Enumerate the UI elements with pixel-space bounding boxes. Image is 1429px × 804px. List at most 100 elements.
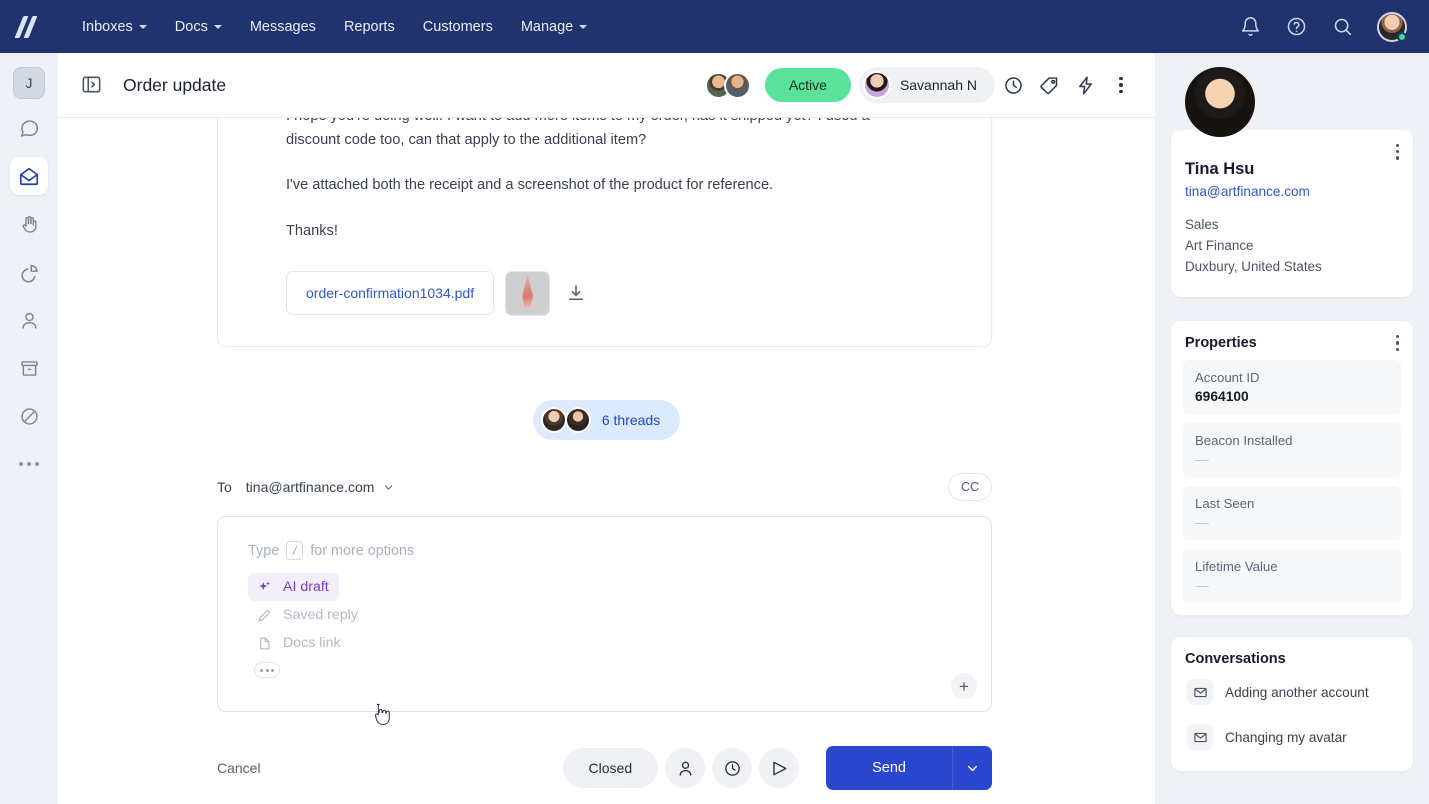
contact-email[interactable]: tina@artfinance.com (1185, 184, 1399, 199)
properties-title: Properties (1185, 335, 1257, 352)
slash-command-options: AI draft Saved reply Docs link (248, 573, 961, 678)
rail-workspace-avatar[interactable]: J (13, 67, 45, 99)
conversation-list-item[interactable]: Adding another account (1183, 672, 1401, 712)
panel-toggle-icon[interactable] (80, 73, 104, 97)
download-icon[interactable] (566, 283, 586, 303)
conversations-title: Conversations (1185, 651, 1286, 668)
cc-button[interactable]: CC (947, 473, 992, 501)
chevron-down-icon (385, 484, 393, 490)
to-recipient-selector[interactable]: tina@artfinance.com (246, 479, 395, 495)
header-actions: Active Savannah N (704, 67, 1139, 103)
pen-icon (256, 607, 272, 623)
attachment-image-thumbnail[interactable] (505, 270, 551, 316)
property-key: Beacon Installed (1195, 433, 1293, 449)
conversation-label: Adding another account (1225, 684, 1369, 700)
nav-label: Reports (343, 18, 395, 35)
assignee-chip[interactable]: Savannah N (858, 67, 995, 103)
rail-more-icon[interactable] (18, 445, 40, 483)
chevron-down-icon (138, 24, 147, 29)
user-avatar[interactable] (1377, 11, 1407, 42)
nav-item-manage[interactable]: Manage (507, 11, 601, 43)
nav-label: Manage (520, 18, 574, 35)
plus-icon[interactable]: + (951, 673, 977, 699)
rail-item-inbox[interactable] (10, 157, 48, 195)
option-saved-reply[interactable]: Saved reply (248, 601, 368, 629)
contact-kebab-icon[interactable] (1395, 144, 1399, 160)
option-label: AI draft (283, 579, 329, 595)
contact-details: Sales Art Finance Duxbury, United States (1185, 215, 1399, 277)
property-row[interactable]: Account ID 6964100 (1183, 360, 1401, 415)
rail-item-spam[interactable] (10, 397, 48, 435)
property-row[interactable]: Beacon Installed — (1183, 423, 1401, 478)
rail-item-reports[interactable] (10, 253, 48, 291)
property-key: Account ID (1195, 370, 1260, 386)
send-options-chevron-down-icon[interactable] (952, 746, 992, 790)
conversation-body: I hope you're doing well. I want to add … (58, 118, 1155, 804)
message-paragraph: I hope you're doing well. I want to add … (286, 118, 870, 148)
help-circle-icon[interactable] (1285, 16, 1307, 38)
lightning-icon[interactable] (1067, 67, 1103, 103)
page-title: Order update (123, 74, 227, 95)
footer-actions: Closed Send (562, 746, 992, 790)
app-logo[interactable] (0, 15, 60, 38)
status-select-closed[interactable]: Closed (562, 748, 659, 788)
assignee-name: Savannah N (899, 77, 977, 93)
online-status-dot (1397, 31, 1407, 42)
option-ai-draft[interactable]: AI draft (248, 573, 339, 601)
rail-item-chat[interactable] (10, 109, 48, 147)
option-docs-link[interactable]: Docs link (248, 629, 351, 657)
nav-item-messages[interactable]: Messages (236, 11, 330, 43)
property-key: Last Seen (1195, 496, 1255, 512)
snooze-clock-icon[interactable] (712, 748, 753, 788)
search-icon[interactable] (1331, 16, 1353, 38)
assignee-icon[interactable] (665, 748, 706, 788)
property-row[interactable]: Last Seen — (1183, 486, 1401, 541)
attachment-pdf[interactable]: order-confirmation1034.pdf (286, 271, 495, 316)
threads-pill[interactable]: 6 threads (532, 400, 681, 440)
rail-item-person[interactable] (10, 301, 48, 339)
rail-item-unassigned[interactable] (10, 205, 48, 243)
document-icon (256, 635, 272, 651)
message-card: I hope you're doing well. I want to add … (217, 118, 992, 347)
reply-editor[interactable]: Type / for more options AI draft Saved r… (217, 516, 992, 712)
message-paragraph: Thanks! (286, 222, 338, 239)
send-button[interactable]: Send (826, 746, 952, 790)
send-later-icon[interactable] (759, 748, 800, 788)
clock-icon[interactable] (995, 67, 1031, 103)
placeholder-suffix: for more options (310, 542, 415, 559)
nav-item-reports[interactable]: Reports (330, 11, 409, 43)
contact-avatar[interactable] (1185, 67, 1255, 137)
nav-item-docs[interactable]: Docs (161, 11, 236, 43)
sparkle-icon (256, 579, 272, 595)
participant-avatars[interactable] (704, 71, 751, 99)
attachments-row: order-confirmation1034.pdf (286, 270, 923, 316)
nav-actions (1239, 11, 1429, 42)
tag-icon[interactable] (1031, 67, 1067, 103)
customer-sidebar: Tina Hsu tina@artfinance.com Sales Art F… (1155, 53, 1429, 804)
avatar (564, 407, 591, 433)
bell-icon[interactable] (1239, 16, 1261, 38)
kebab-icon[interactable] (1103, 67, 1139, 103)
properties-kebab-icon[interactable] (1395, 335, 1399, 351)
slash-keycap: / (286, 541, 304, 560)
property-value: 6964100 (1195, 389, 1249, 405)
message-paragraph: I've attached both the receipt and a scr… (286, 177, 774, 194)
property-row[interactable]: Lifetime Value — (1183, 549, 1401, 604)
cancel-button[interactable]: Cancel (217, 760, 261, 776)
to-label: To (217, 479, 232, 495)
send-button-group: Send (826, 746, 992, 790)
assignee-avatar (862, 71, 891, 99)
left-icon-rail: J (0, 53, 58, 804)
avatar (540, 407, 567, 433)
ellipsis-icon[interactable] (254, 662, 280, 678)
nav-item-customers[interactable]: Customers (409, 11, 507, 43)
recipient-row: To tina@artfinance.com CC (217, 470, 992, 504)
nav-item-inboxes[interactable]: Inboxes (68, 11, 161, 43)
contact-role: Sales (1185, 217, 1219, 232)
rail-item-archive[interactable] (10, 349, 48, 387)
nav-label: Docs (174, 18, 208, 35)
option-label: Docs link (283, 635, 341, 651)
status-badge[interactable]: Active (764, 68, 851, 102)
envelope-icon (1187, 724, 1213, 751)
conversation-list-item[interactable]: Changing my avatar (1183, 717, 1401, 757)
